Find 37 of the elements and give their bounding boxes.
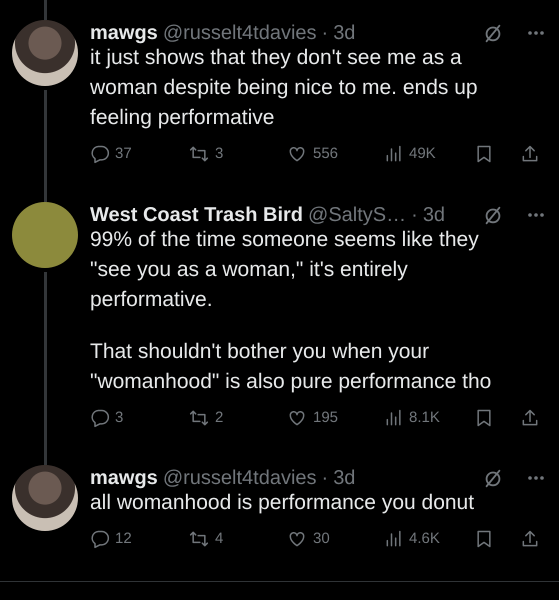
more-icon[interactable] xyxy=(527,30,545,36)
user-handle[interactable]: @russelt4tdavies xyxy=(162,465,317,491)
view-count: 4.6K xyxy=(409,529,440,549)
post-text: it just shows that they don't see me as a woman despite being nice to me. ends up feeling performative xyxy=(90,45,479,131)
post-text: all womanhood is performance you donut xyxy=(90,490,476,516)
repost-count: 4 xyxy=(215,529,224,549)
separator-dot: · xyxy=(411,202,418,228)
post-time[interactable]: 3d xyxy=(333,465,356,491)
post-time[interactable]: 3d xyxy=(422,202,446,228)
more-icon[interactable] xyxy=(527,475,545,481)
user-name[interactable]: mawgs xyxy=(90,465,158,491)
like-count: 556 xyxy=(313,144,338,164)
user-name[interactable]: mawgs xyxy=(90,20,158,46)
post-time[interactable]: 3d xyxy=(333,20,356,46)
reply-count: 12 xyxy=(115,529,132,549)
reply-count: 3 xyxy=(115,408,124,428)
repost-icon[interactable] xyxy=(188,408,210,428)
user-handle[interactable]: @SaltyS… xyxy=(308,202,406,228)
reply-count: 37 xyxy=(115,144,132,164)
more-icon[interactable] xyxy=(527,212,545,218)
post-text: 99% of the time someone seems like they "see you as a woman," it's entirely performative. xyxy=(90,226,480,312)
post-text: That shouldn't bother you when your "womanhood" is also pure performance tho xyxy=(90,338,492,394)
reply-icon[interactable] xyxy=(90,529,110,550)
view-count: 49K xyxy=(409,144,436,164)
repost-icon[interactable] xyxy=(188,529,210,550)
like-count: 195 xyxy=(313,408,338,428)
separator-dot: · xyxy=(322,466,328,491)
user-name[interactable]: West Coast Trash Bird xyxy=(90,202,304,228)
repost-count: 2 xyxy=(215,408,224,428)
repost-count: 3 xyxy=(215,144,224,164)
reply-icon[interactable] xyxy=(90,408,110,428)
view-count: 8.1K xyxy=(409,408,440,428)
repost-icon[interactable] xyxy=(188,144,210,164)
separator-dot: · xyxy=(322,21,328,46)
reply-icon[interactable] xyxy=(90,144,110,164)
user-handle[interactable]: @russelt4tdavies xyxy=(162,20,317,46)
like-count: 30 xyxy=(313,529,330,549)
